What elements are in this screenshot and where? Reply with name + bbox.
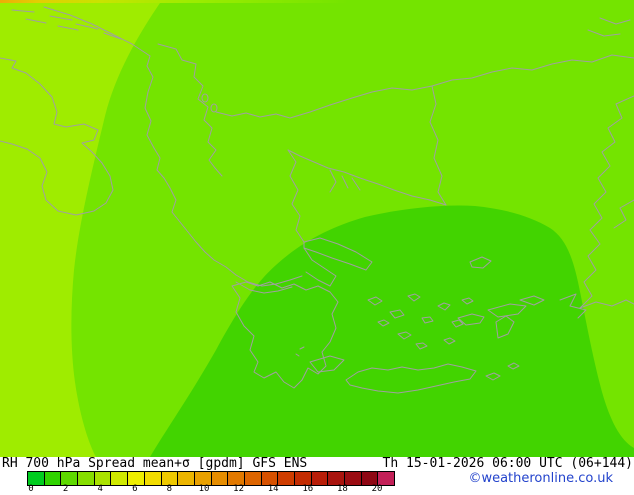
map-svg: [0, 0, 634, 457]
colorbar-cell: [111, 472, 129, 485]
colorbar-cell: [78, 472, 95, 485]
colorbar-cell: [311, 472, 329, 485]
map-canvas: [0, 0, 634, 457]
colorbar-cell: [178, 472, 195, 485]
caption-datetime: Th 15-01-2026 06:00 UTC (06+144): [382, 456, 633, 471]
caption-parameter: RH 700 hPa Spread mean+σ [gpdm] GFS ENS: [2, 456, 308, 471]
colorbar-cell: [244, 472, 262, 485]
colorbar-cell: [211, 472, 229, 485]
colorbar-ticks: 0 2 4 6 8 10 12 14 16 18 20: [27, 485, 395, 495]
copyright-text: ©weatheronline.co.uk: [468, 471, 613, 486]
colorbar-cell: [278, 472, 295, 485]
colorbar-cell: [44, 472, 62, 485]
weather-map-screenshot: RH 700 hPa Spread mean+σ [gpdm] GFS ENS …: [0, 0, 634, 494]
legend-band: RH 700 hPa Spread mean+σ [gpdm] GFS ENS …: [0, 456, 634, 494]
colorbar-cell: [144, 472, 162, 485]
